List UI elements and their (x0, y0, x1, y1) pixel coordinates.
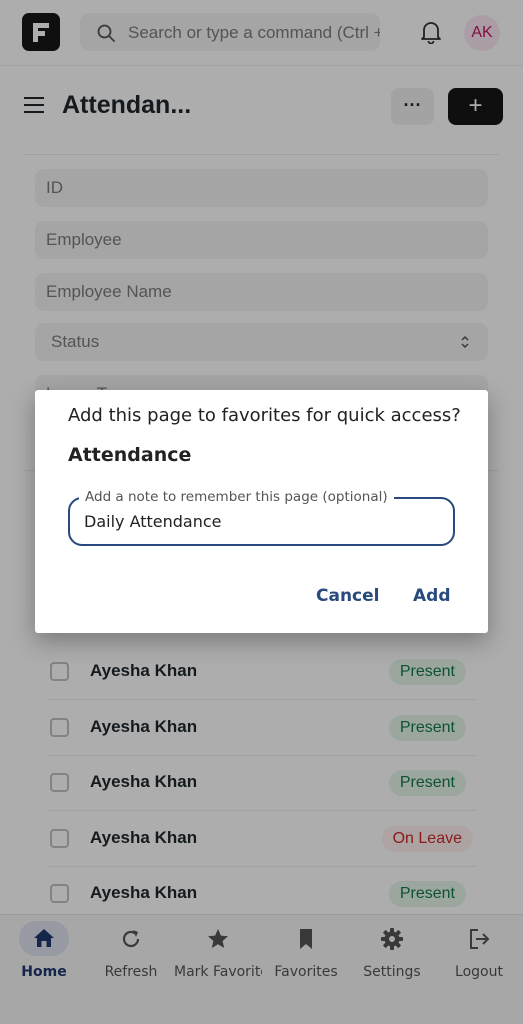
dialog-page-name: Attendance (68, 444, 192, 466)
dialog-message: Add this page to favorites for quick acc… (68, 405, 461, 426)
note-input[interactable] (84, 512, 424, 531)
add-button[interactable]: Add (413, 586, 451, 606)
note-field-label: Add a note to remember this page (option… (79, 489, 394, 505)
cancel-button[interactable]: Cancel (316, 586, 379, 606)
add-favorite-dialog: Add this page to favorites for quick acc… (35, 390, 488, 633)
